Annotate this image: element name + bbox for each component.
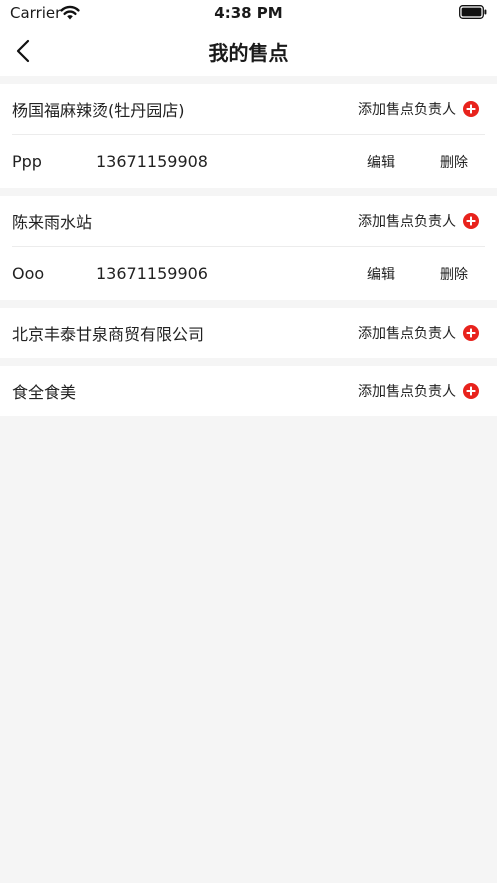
status-time: 4:38 PM: [214, 4, 283, 22]
add-circle-icon: [463, 325, 479, 341]
store-header: 陈来雨水站 添加售点负责人: [0, 196, 497, 246]
add-circle-icon: [463, 101, 479, 117]
store-list: 杨国福麻辣烫(牡丹园店) 添加售点负责人 Ppp 13671159908 编辑 …: [0, 84, 497, 424]
delete-button[interactable]: 删除: [440, 264, 468, 284]
store-name: 陈来雨水站: [12, 213, 93, 232]
store-header: 食全食美 添加售点负责人: [0, 366, 497, 416]
add-manager-label: 添加售点负责人: [358, 102, 456, 118]
manager-name: Ppp: [12, 152, 42, 171]
add-manager-button[interactable]: 添加售点负责人: [358, 323, 479, 343]
store-name: 杨国福麻辣烫(牡丹园店): [12, 101, 185, 120]
manager-row: Ppp 13671159908 编辑 删除: [0, 135, 497, 188]
edit-button[interactable]: 编辑: [367, 152, 395, 172]
add-manager-button[interactable]: 添加售点负责人: [358, 99, 479, 119]
store-card: 陈来雨水站 添加售点负责人 Ooo 13671159906 编辑 删除: [0, 196, 497, 300]
delete-button[interactable]: 删除: [440, 152, 468, 172]
store-header: 杨国福麻辣烫(牡丹园店) 添加售点负责人: [0, 84, 497, 134]
store-card: 北京丰泰甘泉商贸有限公司 添加售点负责人: [0, 308, 497, 358]
manager-name: Ooo: [12, 264, 45, 283]
battery-icon: [459, 5, 487, 19]
store-name: 北京丰泰甘泉商贸有限公司: [12, 325, 205, 344]
nav-bar: 我的售点: [0, 26, 497, 76]
add-circle-icon: [463, 213, 479, 229]
edit-button[interactable]: 编辑: [367, 264, 395, 284]
store-card: 食全食美 添加售点负责人: [0, 366, 497, 416]
manager-phone: 13671159906: [96, 264, 208, 283]
add-manager-button[interactable]: 添加售点负责人: [358, 381, 479, 401]
store-header: 北京丰泰甘泉商贸有限公司 添加售点负责人: [0, 308, 497, 358]
add-manager-label: 添加售点负责人: [358, 326, 456, 342]
store-card: 杨国福麻辣烫(牡丹园店) 添加售点负责人 Ppp 13671159908 编辑 …: [0, 84, 497, 188]
add-manager-label: 添加售点负责人: [358, 384, 456, 400]
add-circle-icon: [463, 383, 479, 399]
status-bar: Carrier 4:38 PM: [0, 0, 497, 26]
manager-row: Ooo 13671159906 编辑 删除: [0, 247, 497, 300]
page-title: 我的售点: [208, 41, 289, 65]
add-manager-button[interactable]: 添加售点负责人: [358, 211, 479, 231]
store-name: 食全食美: [12, 383, 77, 402]
add-manager-label: 添加售点负责人: [358, 214, 456, 230]
manager-phone: 13671159908: [96, 152, 208, 171]
